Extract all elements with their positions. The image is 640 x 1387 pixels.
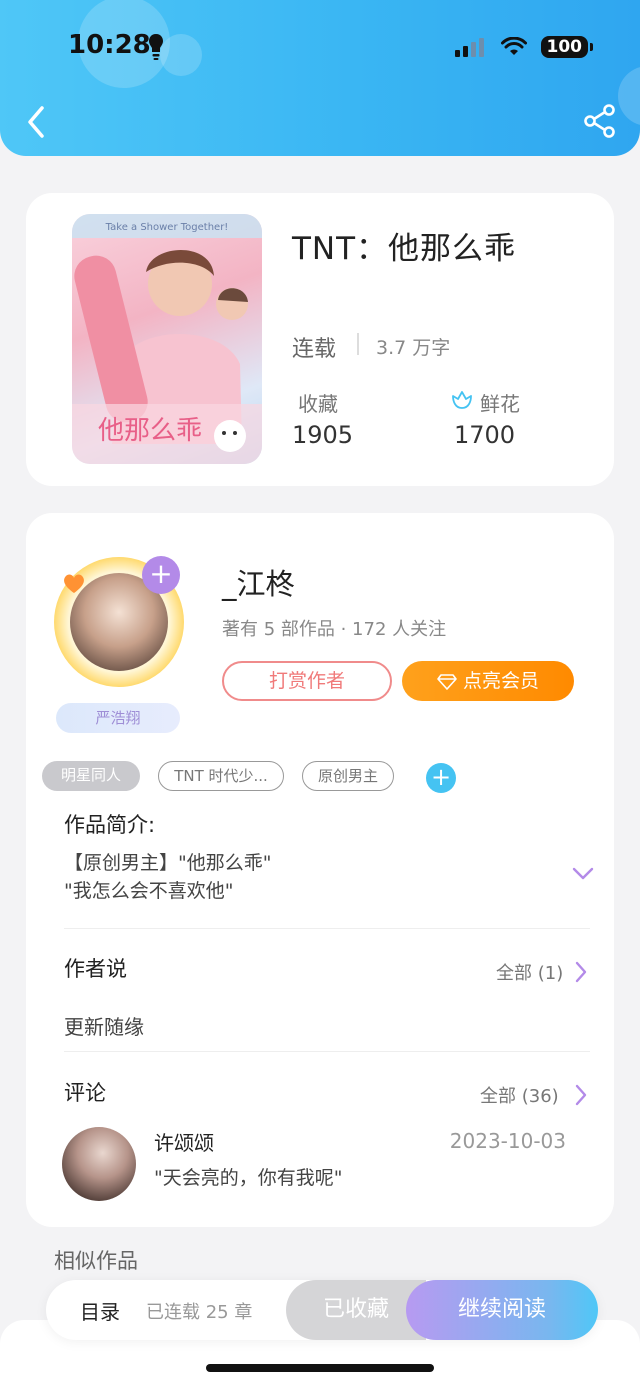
decor-bubble [160,34,202,76]
status-right: 100 [454,36,593,58]
flowers-label: 鲜花 [480,392,520,416]
signal-icon [454,38,484,57]
fan-badge: 严浩翔 [56,703,180,733]
comments-all-link[interactable]: 全部 (36) [480,1082,559,1108]
heart-decor-icon [64,574,84,593]
home-indicator [206,1364,434,1372]
divider [64,928,590,929]
commenter-name[interactable]: 许颂颂 [154,1127,214,1156]
author-note: 更新随缘 [64,1015,144,1039]
continue-reading-button[interactable]: 继续阅读 [406,1280,598,1340]
tag-chip[interactable]: TNT 时代少... [158,761,284,791]
book-status: 连载 [292,337,337,362]
chevron-down-icon[interactable] [572,867,594,881]
author-stats: 著有 5 部作品 · 172 人关注 [222,619,447,640]
wifi-icon [500,37,527,55]
favorites-count: 1905 [292,421,354,449]
status-time: 10:28 [68,30,151,60]
cover-art: Take a Shower Together! 他那么乖 [72,214,262,464]
book-info-card: Take a Shower Together! 他那么乖 TNT：他那么乖 连载… [26,193,614,486]
divider [64,1051,590,1052]
chevron-right-icon[interactable] [574,961,588,983]
author-name[interactable]: _江柊 [222,561,295,603]
commenter-avatar[interactable] [62,1127,136,1201]
comment-text: "天会亮的，你有我呢" [154,1167,343,1189]
book-cover[interactable]: Take a Shower Together! 他那么乖 [72,214,262,464]
comment-date: 2023-10-03 [449,1129,566,1153]
toc-button[interactable]: 目录 [80,1296,120,1325]
favorites-label: 收藏 [298,392,338,416]
share-button[interactable] [584,104,616,138]
tag-chip[interactable]: 明星同人 [42,761,140,791]
chapter-count: 已连载 25 章 [146,1302,253,1323]
collected-button[interactable]: 已收藏 [286,1280,426,1340]
add-tag-button[interactable]: + [426,763,456,793]
author-says-all-link[interactable]: 全部 (1) [496,959,563,985]
follow-author-button[interactable]: + [142,556,180,594]
vip-label: 点亮会员 [462,670,539,692]
cover-title-text: 他那么乖 [98,416,202,446]
word-count: 3.7 万字 [376,337,451,359]
lightbulb-icon [149,34,163,60]
intro-heading: 作品简介: [64,813,156,837]
intro-text: 【原创男主】"他那么乖" "我怎么会不喜欢他" [64,852,272,902]
divider [357,333,359,355]
decor-bubble [618,66,640,126]
battery-indicator: 100 [540,36,593,58]
flowers-count: 1700 [454,421,516,449]
tip-author-button[interactable]: 打赏作者 [222,661,392,701]
book-title: TNT：他那么乖 [292,231,517,267]
author-says-heading: 作者说 [64,957,127,981]
chevron-right-icon[interactable] [574,1084,588,1106]
comments-heading: 评论 [64,1081,106,1105]
back-button[interactable] [24,104,48,140]
diamond-icon [437,673,457,690]
bottom-action-bar: 目录 已连载 25 章 已收藏 继续阅读 [46,1280,598,1340]
cover-banner-text: Take a Shower Together! [105,222,229,233]
vip-button[interactable]: 点亮会员 [402,661,574,701]
top-header: 10:28 100 [0,0,640,156]
flower-icon [452,391,472,409]
author-detail-card: + 严浩翔 _江柊 著有 5 部作品 · 172 人关注 打赏作者 点亮会员 明… [26,513,614,1227]
similar-works-heading: 相似作品 [54,1249,138,1273]
tag-chip[interactable]: 原创男主 [302,761,394,791]
